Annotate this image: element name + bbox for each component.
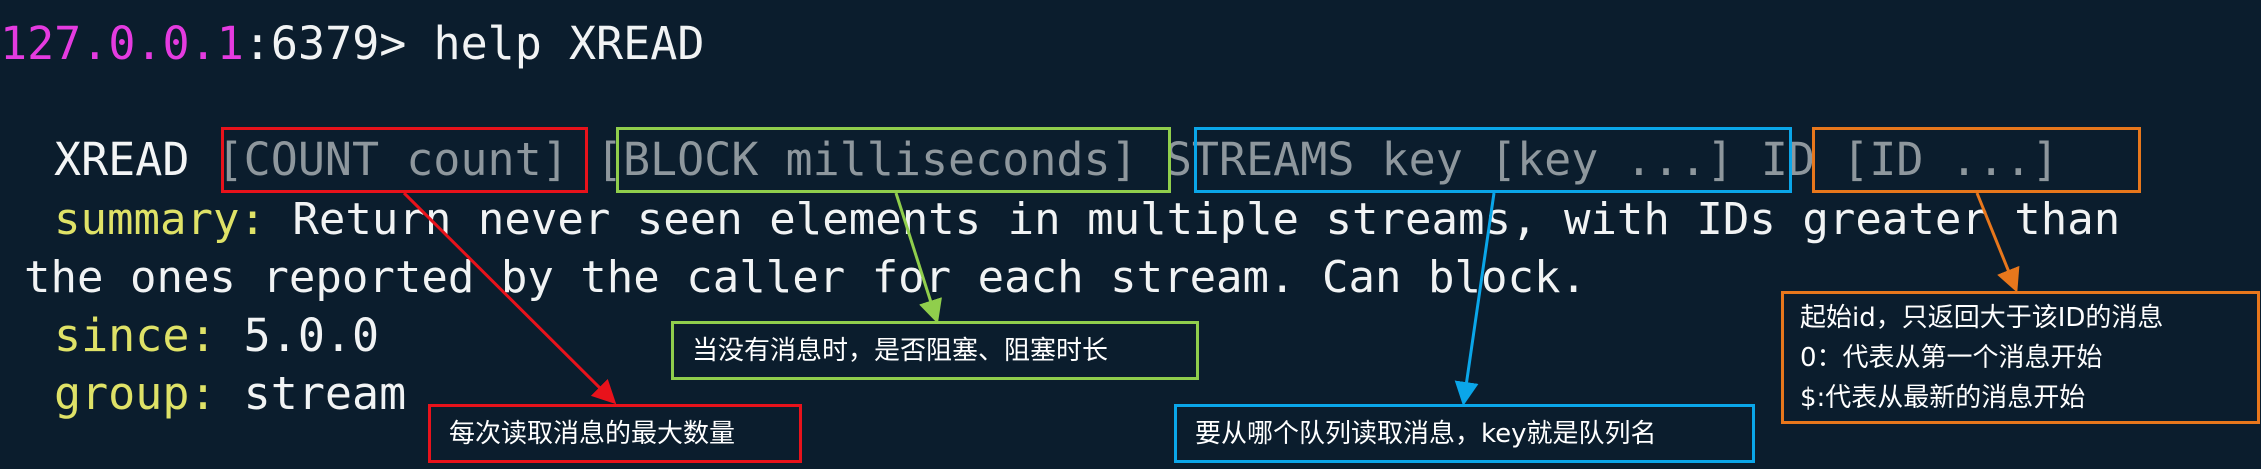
block-arrow bbox=[894, 192, 942, 324]
id-arrow bbox=[1975, 192, 2020, 293]
id-note-line-1: 起始id，只返回大于该ID的消息 bbox=[1800, 302, 2164, 333]
count-arrow bbox=[402, 191, 617, 405]
streams-note: 要从哪个队列读取消息，key就是队列名 bbox=[1174, 404, 1755, 463]
id-note-line-3: $:代表从最新的消息开始 bbox=[1800, 382, 2086, 413]
block-note: 当没有消息时，是否阻塞、阻塞时长 bbox=[671, 321, 1199, 380]
id-note: 起始id，只返回大于该ID的消息 0：代表从第一个消息开始 $:代表从最新的消息… bbox=[1781, 291, 2260, 424]
count-note: 每次读取消息的最大数量 bbox=[428, 404, 802, 463]
id-note-line-2: 0：代表从第一个消息开始 bbox=[1800, 342, 2103, 373]
streams-arrow bbox=[1454, 192, 1496, 406]
